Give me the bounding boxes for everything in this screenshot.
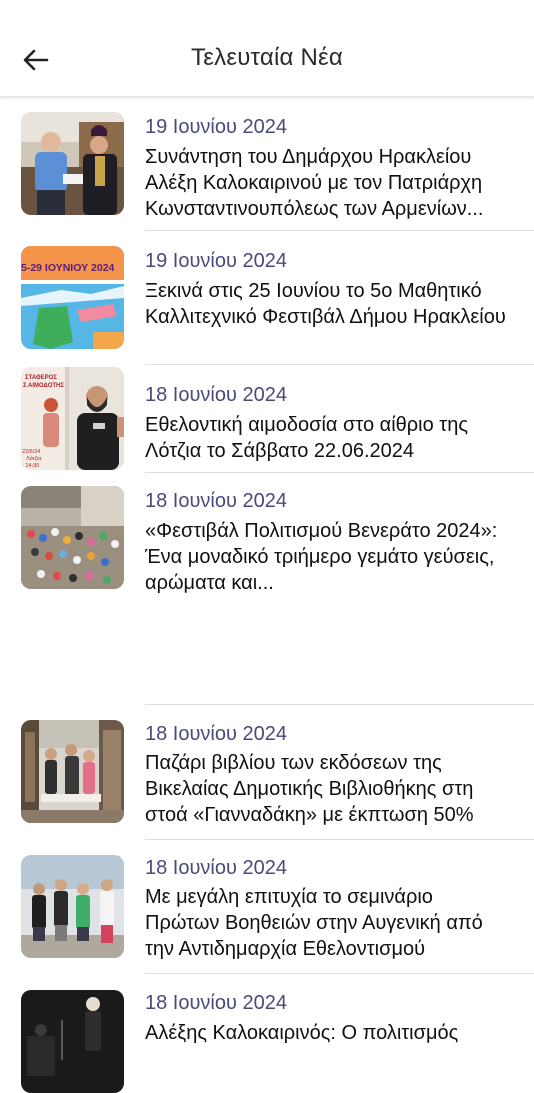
news-thumbnail xyxy=(21,112,124,215)
thumb-caption: ΣΤΑΘΕΡΟΣ xyxy=(25,375,57,381)
divider xyxy=(145,364,534,365)
news-thumbnail xyxy=(21,990,124,1093)
divider xyxy=(145,472,534,473)
news-title: Αλέξης Καλοκαιρινός: Ο πολιτισμός xyxy=(145,1022,459,1044)
news-date: 18 Ιουνίου 2024 xyxy=(145,723,287,745)
news-thumbnail xyxy=(21,855,124,958)
news-title: Ξεκινά στις 25 Ιουνίου το 5ο Μαθητικό Κα… xyxy=(145,280,506,328)
thumb-caption: 22/6/24 xyxy=(22,449,40,455)
news-title: Συνάντηση του Δημάρχου Ηρακλείου Αλέξη Κ… xyxy=(145,146,484,220)
divider xyxy=(145,973,534,974)
page-title: Τελευταία Νέα xyxy=(191,44,343,71)
thumb-caption: 5-29 ΙΟΥΝΙΟΥ 2024 xyxy=(21,262,115,274)
app-header: Τελευταία Νέα xyxy=(0,0,534,97)
thumb-caption: Λότζια xyxy=(26,455,42,462)
divider xyxy=(145,839,534,840)
news-thumbnail: 5-29 ΙΟΥΝΙΟΥ 2024 xyxy=(21,246,124,349)
news-thumbnail: ΣΤΑΘΕΡΟΣ Σ ΑΙΜΟΔΟΤΗΣ 22/6/24 Λότζια - 14… xyxy=(21,367,124,470)
news-date: 18 Ιουνίου 2024 xyxy=(145,384,287,406)
news-date: 18 Ιουνίου 2024 xyxy=(145,490,287,512)
news-date: 19 Ιουνίου 2024 xyxy=(145,116,287,138)
news-title: Παζάρι βιβλίου των εκδόσεων της Βικελαία… xyxy=(145,752,474,826)
thumb-caption: - 14:30 xyxy=(22,463,39,469)
news-title: Εθελοντική αιμοδοσία στο αίθριο της Λότζ… xyxy=(145,414,468,462)
divider xyxy=(145,230,534,231)
news-date: 18 Ιουνίου 2024 xyxy=(145,992,287,1014)
news-title: Με μεγάλη επιτυχία το σεμινάριο Πρώτων Β… xyxy=(145,886,483,960)
divider xyxy=(145,704,534,705)
news-date: 19 Ιουνίου 2024 xyxy=(145,250,287,272)
thumb-caption: Σ ΑΙΜΟΔΟΤΗΣ xyxy=(23,383,64,389)
news-thumbnail xyxy=(21,720,124,823)
news-date: 18 Ιουνίου 2024 xyxy=(145,857,287,879)
news-thumbnail xyxy=(21,486,124,589)
news-title: «Φεστιβάλ Πολιτισμού Βενεράτο 2024»: Ένα… xyxy=(145,520,498,594)
